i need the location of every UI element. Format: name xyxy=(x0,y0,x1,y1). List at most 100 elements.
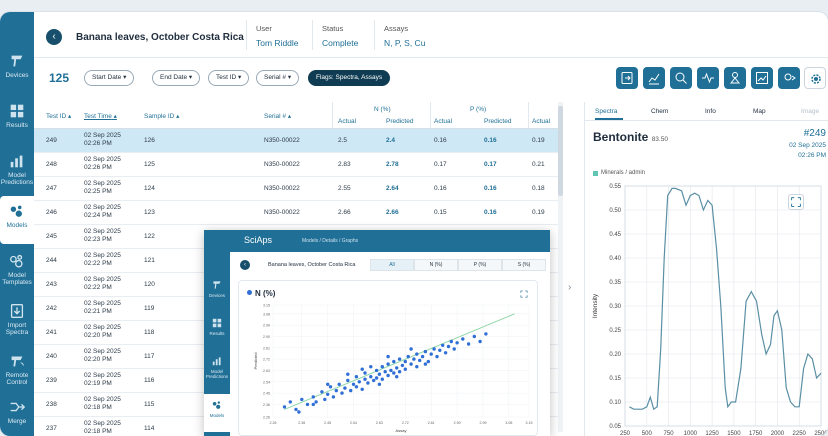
y-tick-label: 2.45 xyxy=(263,392,270,396)
sidebar-item-results[interactable]: Results xyxy=(0,96,34,144)
scatter-point xyxy=(403,367,407,371)
chart-button[interactable] xyxy=(643,67,665,89)
cell-date: 02 Sep 2025 xyxy=(84,180,121,187)
legend-label: Minerals / admin xyxy=(601,170,646,176)
graph-page-title: Banana leaves, October Costa Rica xyxy=(268,262,356,268)
y-tick-label: 2.72 xyxy=(263,358,270,362)
filter-label: Flags: Spectra, Assays xyxy=(316,74,383,81)
table-row[interactable]: 249 02 Sep 2025 02:26 PM 126 N350-00022 2.5 2.… xyxy=(34,129,558,153)
cell-serial: N350-00022 xyxy=(264,185,300,192)
col-header-n-actual[interactable]: Actual xyxy=(338,118,356,125)
sidebar-item-devices[interactable]: Devices xyxy=(204,274,230,312)
tab-image[interactable]: Image xyxy=(801,108,819,115)
cell-time: 02:22 PM xyxy=(84,260,112,267)
table-row[interactable]: 248 02 Sep 2025 02:26 PM 125 N350-00022 2.83 2… xyxy=(34,153,558,177)
table-row[interactable]: 246 02 Sep 2025 02:24 PM 123 N350-00022 2.66 2… xyxy=(34,201,558,225)
cell-test-time: 02 Sep 2025 02:23 PM xyxy=(84,228,121,244)
x-tick-label: 2.45 xyxy=(324,421,331,425)
sidebar-item-remote-control[interactable]: Remote Control xyxy=(0,346,34,394)
scatter-point xyxy=(432,347,436,351)
back-button[interactable]: ‹ xyxy=(240,260,250,270)
scatter-point xyxy=(374,376,379,380)
scatter-point xyxy=(449,339,453,344)
col-header-test-id[interactable]: Test ID ▴ xyxy=(46,112,71,120)
sidebar-item-devices[interactable]: Devices xyxy=(0,46,34,94)
tab-n[interactable]: N (%) xyxy=(414,259,458,271)
scrollbar-thumb[interactable] xyxy=(558,106,563,196)
scatter-point xyxy=(438,348,442,352)
divider xyxy=(246,20,247,50)
sidebar-item-model-predictions[interactable]: Model Predictions xyxy=(204,350,230,388)
cell-sample: 115 xyxy=(144,401,155,408)
model-icon xyxy=(729,72,741,84)
location-button[interactable] xyxy=(778,67,800,89)
col-header-p-actual[interactable]: Actual xyxy=(434,118,452,125)
y-axis-label: Predicted xyxy=(253,353,258,370)
sort-icon: ▴ xyxy=(113,113,117,120)
chevron-left-icon: ‹ xyxy=(52,31,56,42)
sidebar-item-import-spectra[interactable]: Import Spectra xyxy=(0,296,34,344)
table-scrollbar[interactable] xyxy=(558,102,563,432)
sidebar-item-model-predictions[interactable]: Model Predictions xyxy=(0,146,34,194)
back-button[interactable]: ‹ xyxy=(46,29,62,45)
cell-p-act: 0.17 xyxy=(434,161,447,168)
scatter-point xyxy=(409,347,413,351)
scatter-title: N (%) xyxy=(247,289,275,298)
start-date-filter[interactable]: Start Date ▾ xyxy=(84,70,135,86)
col-header-p-predicted[interactable]: Predicted xyxy=(484,118,511,125)
model-button[interactable] xyxy=(724,67,746,89)
detail-test-id: #249 xyxy=(803,128,826,139)
cell-time: 02:22 PM xyxy=(84,284,112,291)
spectrum-button[interactable] xyxy=(697,67,719,89)
settings-button[interactable] xyxy=(804,67,826,89)
filter-label: Serial # xyxy=(264,74,287,81)
tab-all[interactable]: All xyxy=(370,259,414,271)
divider xyxy=(585,120,828,121)
flags-filter[interactable]: Flags: Spectra, Assays xyxy=(308,70,391,86)
series-dot xyxy=(247,290,252,295)
serial-filter[interactable]: Serial # ▾ xyxy=(256,70,300,86)
test-id-filter[interactable]: Test ID ▾ xyxy=(208,70,250,86)
scatter-point xyxy=(377,372,382,376)
cell-date: 02 Sep 2025 xyxy=(84,252,121,259)
sidebar-item-merge[interactable]: Merge xyxy=(0,392,34,436)
expand-icon[interactable] xyxy=(519,289,529,299)
tab-spectra[interactable]: Spectra xyxy=(595,108,617,115)
expand-icon xyxy=(791,197,801,207)
tab-p[interactable]: P (%) xyxy=(458,259,502,271)
scatter-point xyxy=(328,385,333,389)
cell-sample: 116 xyxy=(144,377,155,384)
tab-map[interactable]: Map xyxy=(753,108,766,115)
device-icon xyxy=(11,55,23,67)
col-header-n-predicted[interactable]: Predicted xyxy=(386,118,413,125)
end-date-filter[interactable]: End Date ▾ xyxy=(152,70,201,86)
cell-time: 02:26 PM xyxy=(84,164,112,171)
tab-s[interactable]: S (%) xyxy=(502,259,546,271)
col-header-actual[interactable]: Actual xyxy=(532,118,550,125)
cell-test-id: 238 xyxy=(46,401,57,408)
sidebar-item-model-templates[interactable]: Model Templates xyxy=(0,246,34,294)
col-header-serial[interactable]: Serial # ▴ xyxy=(264,112,291,120)
tab-info[interactable]: Info xyxy=(705,108,716,115)
device-icon xyxy=(213,281,221,289)
sidebar-item-models[interactable]: Models xyxy=(0,196,34,244)
table-row[interactable]: 247 02 Sep 2025 02:25 PM 124 N350-00022 2.55 2… xyxy=(34,177,558,201)
tab-chem[interactable]: Chem xyxy=(651,108,668,115)
col-header-test-time[interactable]: Test Time ▴ xyxy=(84,112,117,120)
sidebar-item-results[interactable]: Results xyxy=(204,312,230,350)
trend-button[interactable] xyxy=(751,67,773,89)
zoom-button[interactable] xyxy=(670,67,692,89)
col-header-sample-id[interactable]: Sample ID ▴ xyxy=(144,112,179,120)
fullscreen-button[interactable] xyxy=(788,194,804,210)
scatter-point xyxy=(455,341,459,345)
sort-icon: ▴ xyxy=(287,113,292,120)
export-button[interactable] xyxy=(616,67,638,89)
scatter-point xyxy=(374,368,379,373)
cell-sample: 122 xyxy=(144,233,155,240)
graph-window: SciAps Models / Details / Graphs Devices… xyxy=(204,230,550,436)
expand-panel-button[interactable]: › xyxy=(568,282,571,293)
sort-icon: ▴ xyxy=(176,113,180,120)
scatter-point xyxy=(294,407,298,412)
cell-sample: 118 xyxy=(144,329,155,336)
sidebar-item-models[interactable]: Models xyxy=(204,394,230,432)
